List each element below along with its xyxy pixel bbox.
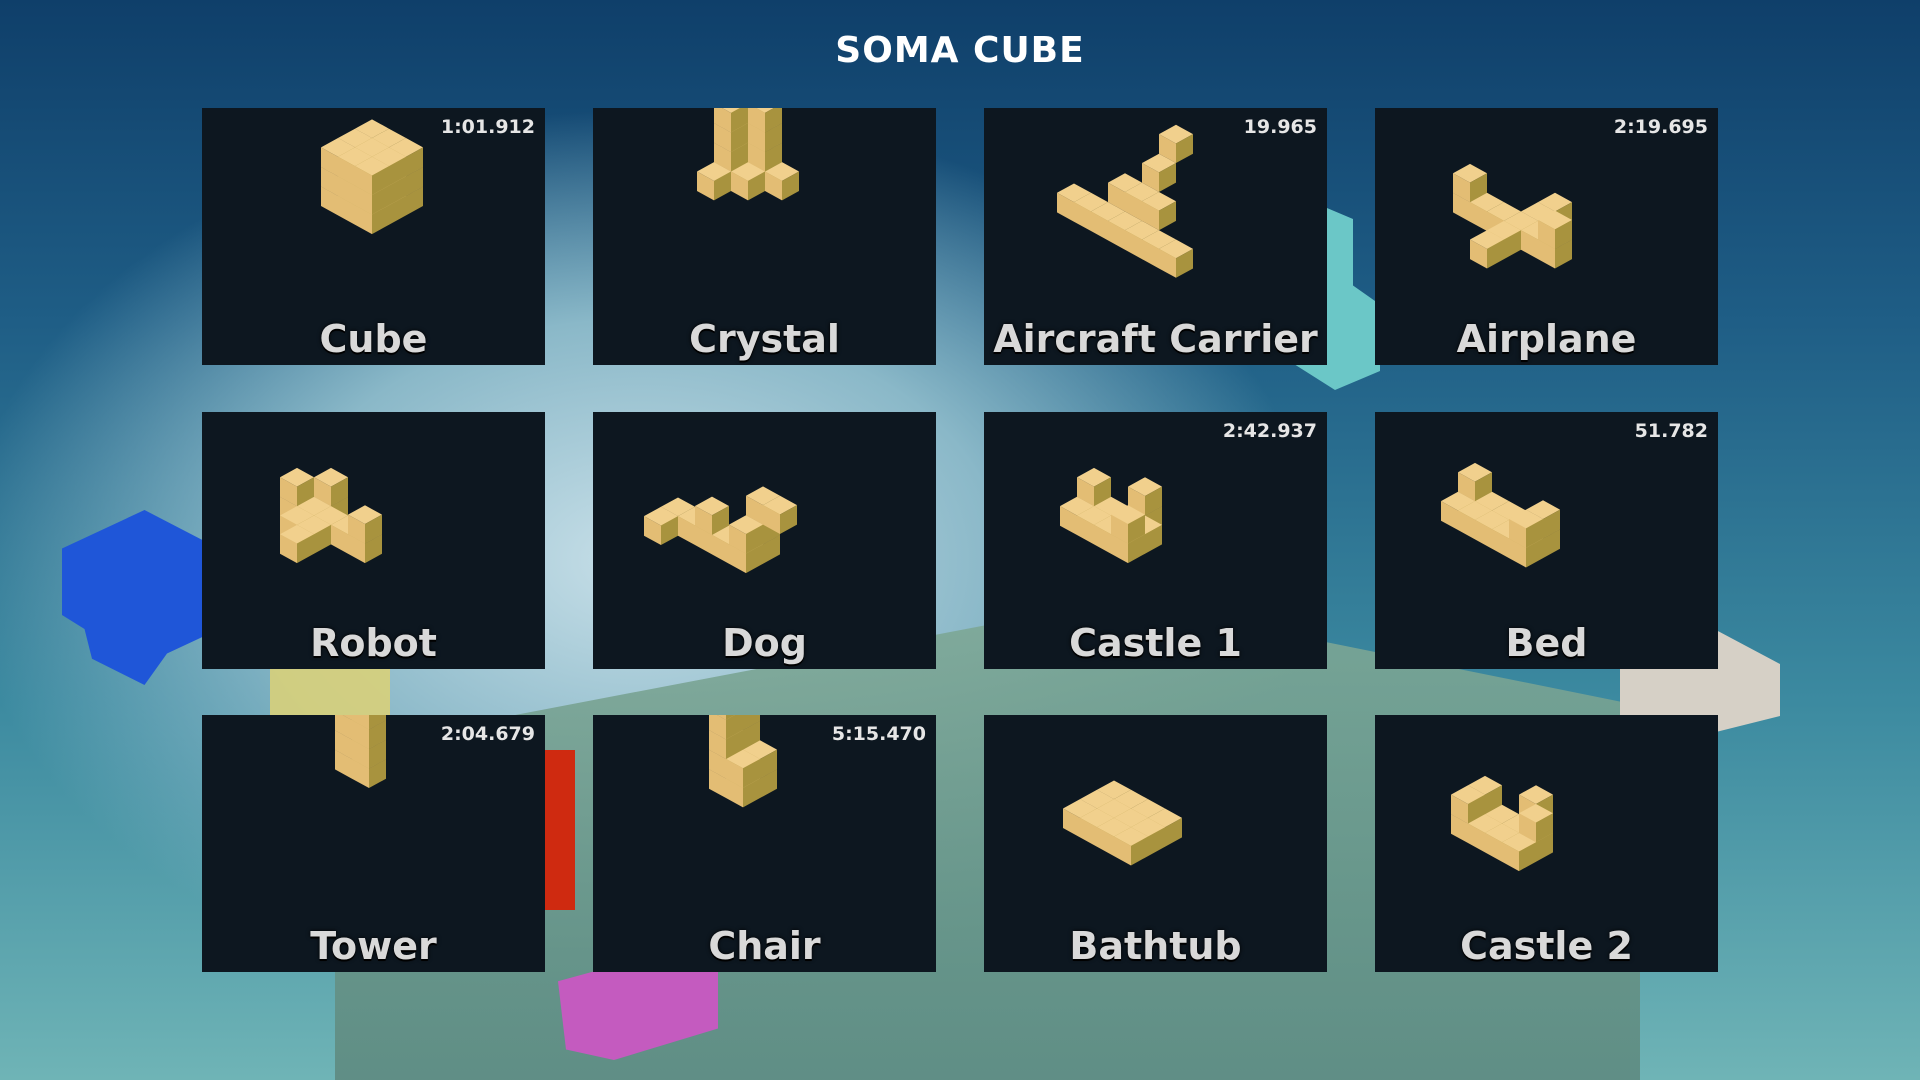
puzzle-card-aircraft-carrier[interactable]: 19.965 Aircraft Carrier bbox=[984, 108, 1327, 365]
best-time: 2:04.679 bbox=[440, 723, 535, 745]
puzzle-name: Chair bbox=[708, 924, 821, 968]
puzzle-name: Bed bbox=[1505, 621, 1588, 665]
best-time: 1:01.912 bbox=[440, 116, 535, 138]
puzzle-name: Cube bbox=[319, 317, 428, 361]
best-time: 19.965 bbox=[1243, 116, 1317, 138]
page-title: SOMA CUBE bbox=[835, 30, 1085, 71]
puzzle-name: Airplane bbox=[1456, 317, 1637, 361]
puzzle-card-robot[interactable]: Robot bbox=[202, 412, 545, 669]
puzzle-name: Robot bbox=[310, 621, 437, 665]
puzzle-card-dog[interactable]: Dog bbox=[593, 412, 936, 669]
puzzle-grid: 1:01.912 Cube Crystal 19.965 Aircraft Ca… bbox=[202, 108, 1718, 972]
puzzle-card-chair[interactable]: 5:15.470 Chair bbox=[593, 715, 936, 972]
puzzle-name: Tower bbox=[310, 924, 437, 968]
puzzle-card-bed[interactable]: 51.782 Bed bbox=[1375, 412, 1718, 669]
best-time: 2:42.937 bbox=[1222, 420, 1317, 442]
puzzle-card-airplane[interactable]: 2:19.695 Airplane bbox=[1375, 108, 1718, 365]
puzzle-name: Castle 2 bbox=[1460, 924, 1633, 968]
puzzle-name: Dog bbox=[722, 621, 807, 665]
puzzle-card-castle-1[interactable]: 2:42.937 Castle 1 bbox=[984, 412, 1327, 669]
puzzle-card-crystal[interactable]: Crystal bbox=[593, 108, 936, 365]
best-time: 51.782 bbox=[1634, 420, 1708, 442]
puzzle-card-bathtub[interactable]: Bathtub bbox=[984, 715, 1327, 972]
background-blue-piece bbox=[62, 510, 212, 685]
best-time: 2:19.695 bbox=[1613, 116, 1708, 138]
puzzle-card-tower[interactable]: 2:04.679 Tower bbox=[202, 715, 545, 972]
puzzle-card-cube[interactable]: 1:01.912 Cube bbox=[202, 108, 545, 365]
puzzle-card-castle-2[interactable]: Castle 2 bbox=[1375, 715, 1718, 972]
puzzle-name: Bathtub bbox=[1069, 924, 1242, 968]
puzzle-name: Aircraft Carrier bbox=[993, 317, 1318, 361]
best-time: 5:15.470 bbox=[831, 723, 926, 745]
puzzle-name: Castle 1 bbox=[1069, 621, 1242, 665]
puzzle-name: Crystal bbox=[689, 317, 840, 361]
